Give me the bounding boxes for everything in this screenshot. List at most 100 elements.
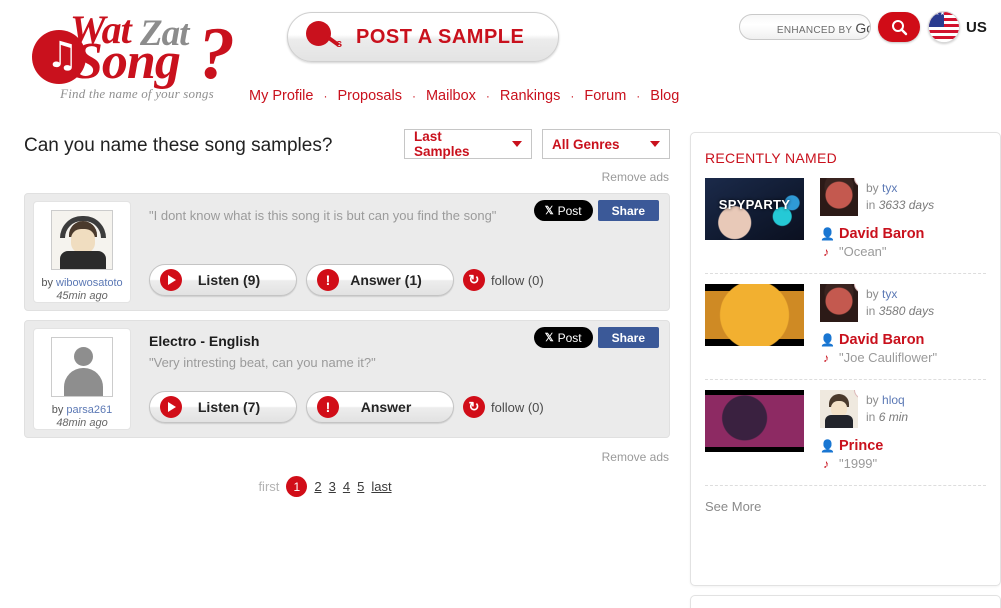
answer-artist[interactable]: 👤 David Baron [820, 226, 986, 242]
by-prefix: by [866, 287, 879, 301]
music-note-icon: ♪ [823, 456, 829, 471]
sample-body: 𝕏 Post Share Electro - English "Very intrest… [131, 321, 669, 437]
author-username[interactable]: parsa261 [66, 404, 112, 416]
locale-selector[interactable]: US [928, 9, 987, 45]
follow-label: follow (0) [491, 272, 544, 288]
sample-thumbnail[interactable]: SPYPARTY [705, 178, 804, 240]
poster-username[interactable]: tyx [882, 287, 897, 301]
search-provider-text: Go [855, 20, 870, 36]
answer-artist[interactable]: 👤 Prince [820, 438, 986, 454]
pagination-first[interactable]: first [258, 479, 279, 494]
listen-label: Listen (7) [197, 399, 261, 415]
main-navigation: My Profile · Proposals · Mailbox · Rankings · Fo… [245, 88, 683, 104]
when-value: 6 min [878, 410, 909, 424]
by-prefix: by [866, 393, 879, 407]
social-share-buttons: 𝕏 Post Share [533, 327, 659, 348]
answer-song-title: "Joe Cauliflower" [839, 350, 938, 365]
nav-item-proposals[interactable]: Proposals [333, 88, 405, 104]
answers-count-badge: 2 [854, 390, 858, 399]
page-title: Can you name these song samples? [24, 135, 333, 156]
answer-artist[interactable]: 👤 David Baron [820, 332, 986, 348]
answer-button[interactable]: ! Answer (1) [306, 264, 454, 296]
remove-ads-link-bottom[interactable]: Remove ads [0, 450, 690, 464]
pagination-page-5[interactable]: 5 [357, 479, 364, 494]
see-more-link[interactable]: See More [705, 485, 986, 528]
when-value: 3580 days [878, 304, 935, 318]
pagination-last[interactable]: last [371, 479, 391, 494]
answer-song[interactable]: ♪ "Ocean" [820, 244, 986, 259]
sample-thumbnail[interactable] [705, 284, 804, 346]
sample-actions: Listen (9) ! Answer (1) ↻ follow (0) [149, 264, 544, 296]
nav-separator: · [411, 89, 416, 103]
play-icon [160, 269, 182, 291]
listen-button[interactable]: Listen (9) [149, 264, 297, 296]
sort-filter-dropdown[interactable]: Last Samples [404, 129, 532, 159]
facebook-share-button[interactable]: Share [597, 327, 659, 348]
poster-text: by tyx in 3633 days [866, 178, 934, 214]
poster-username[interactable]: tyx [882, 181, 897, 195]
follow-button[interactable]: ↻ follow (0) [463, 269, 544, 291]
chevron-down-icon [650, 141, 660, 147]
answer-label: Answer (1) [350, 272, 422, 288]
by-prefix: by [41, 277, 53, 289]
play-icon [160, 396, 182, 418]
follow-button[interactable]: ↻ follow (0) [463, 396, 544, 418]
pagination-page-4[interactable]: 4 [343, 479, 350, 494]
social-share-buttons: 𝕏 Post Share [533, 200, 659, 221]
genre-filter-dropdown[interactable]: All Genres [542, 129, 670, 159]
answer-label: Answer [360, 399, 412, 415]
twitter-post-button[interactable]: 𝕏 Post [533, 327, 593, 348]
nav-item-my-profile[interactable]: My Profile [245, 88, 317, 104]
pagination-current-page: 1 [286, 476, 308, 497]
nav-separator: · [485, 89, 490, 103]
poster-avatar[interactable]: 2 [820, 284, 858, 322]
search-input[interactable]: ENHANCED BY Go [739, 14, 871, 40]
x-logo-icon: 𝕏 [544, 205, 554, 217]
logo-text-question: ? [198, 13, 235, 95]
facebook-share-button[interactable]: Share [597, 200, 659, 221]
avatar[interactable] [51, 337, 113, 397]
answers-count-badge: 2 [854, 178, 858, 187]
answer-button[interactable]: ! Answer [306, 391, 454, 423]
named-when: in 3633 days [866, 197, 934, 214]
recently-named-item: 2by tyxin 3580 days👤David Baron♪"Joe Cau… [705, 273, 986, 379]
avatar[interactable] [51, 210, 113, 270]
nav-item-forum[interactable]: Forum [580, 88, 630, 104]
pagination-page-2[interactable]: 2 [314, 479, 321, 494]
sample-thumbnail[interactable] [705, 390, 804, 452]
recently-named-list: SPYPARTY 2 by tyx in 3633 days 👤David Baron ♪… [705, 176, 986, 485]
refresh-icon: ↻ [463, 396, 485, 418]
answer-song[interactable]: ♪ "Joe Cauliflower" [820, 350, 986, 365]
thumbnail-label: SPYPARTY [718, 196, 791, 212]
nav-item-blog[interactable]: Blog [646, 88, 683, 104]
pagination: first 1 2 3 4 5 last [0, 476, 690, 497]
search-button[interactable] [878, 12, 920, 42]
twitter-post-button[interactable]: 𝕏 Post [533, 200, 593, 221]
poster-avatar[interactable]: 2 [820, 178, 858, 216]
facebook-share-label: Share [611, 203, 645, 218]
author-username[interactable]: wibowosatoto [56, 277, 123, 289]
search-icon [891, 19, 907, 35]
answer-song[interactable]: ♪ "1999" [820, 456, 986, 471]
poster-row: 2by tyxin 3633 days [820, 178, 986, 216]
listen-button[interactable]: Listen (7) [149, 391, 297, 423]
enhanced-by-text: ENHANCED BY [776, 25, 853, 36]
nav-item-rankings[interactable]: Rankings [496, 88, 564, 104]
site-logo[interactable]: ♫ Wat Zat Song ? Find the name of your s… [22, 6, 252, 102]
recently-named-meta: 2by hloqin 6 min👤Prince♪"1999" [804, 390, 986, 471]
poster-username[interactable]: hloq [882, 393, 905, 407]
sort-filter-value: Last Samples [414, 129, 470, 159]
post-a-sample-button[interactable]: s POST A SAMPLE [287, 12, 559, 62]
sample-card: by parsa261 48min ago 𝕏 Post Share Electro - … [24, 320, 670, 438]
nav-separator: · [323, 89, 328, 103]
remove-ads-link-top[interactable]: Remove ads [0, 170, 690, 184]
person-icon: 👤 [820, 439, 835, 453]
person-icon: 👤 [820, 227, 835, 241]
x-logo-icon: 𝕏 [544, 332, 554, 344]
genre-filter-value: All Genres [552, 136, 620, 152]
listen-label: Listen (9) [197, 272, 261, 288]
nav-item-mailbox[interactable]: Mailbox [422, 88, 480, 104]
microphone-icon: s [304, 20, 352, 54]
pagination-page-3[interactable]: 3 [329, 479, 336, 494]
poster-avatar[interactable]: 2 [820, 390, 858, 428]
